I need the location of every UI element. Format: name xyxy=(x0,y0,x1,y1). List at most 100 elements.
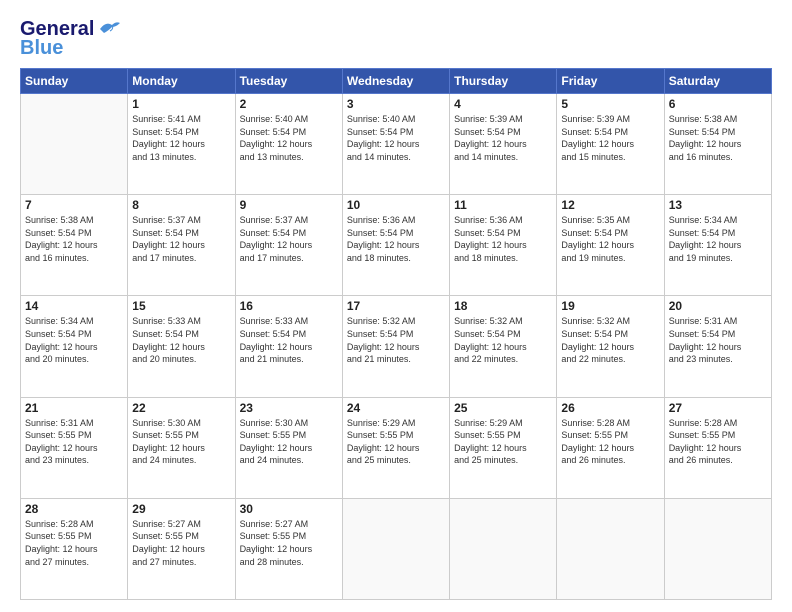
calendar-cell: 13 Sunrise: 5:34 AM Sunset: 5:54 PM Dayli… xyxy=(664,195,771,296)
calendar-cell xyxy=(342,498,449,599)
day-info: Sunrise: 5:29 AM Sunset: 5:55 PM Dayligh… xyxy=(347,417,445,467)
day-info: Sunrise: 5:32 AM Sunset: 5:54 PM Dayligh… xyxy=(561,315,659,365)
calendar-cell: 9Sunrise: 5:37 AM Sunset: 5:54 PM Daylig… xyxy=(235,195,342,296)
day-info: Sunrise: 5:40 AM Sunset: 5:54 PM Dayligh… xyxy=(347,113,445,163)
day-info: Sunrise: 5:36 AM Sunset: 5:54 PM Dayligh… xyxy=(347,214,445,264)
calendar-cell: 30 Sunrise: 5:27 AM Sunset: 5:55 PM Dayli… xyxy=(235,498,342,599)
day-info: Sunrise: 5:33 AM Sunset: 5:54 PM Dayligh… xyxy=(240,315,338,365)
day-number: 30 xyxy=(240,502,338,516)
day-number: 12 xyxy=(561,198,659,212)
day-info: Sunrise: 5:29 AM Sunset: 5:55 PM Dayligh… xyxy=(454,417,552,467)
logo: General Blue xyxy=(20,18,120,60)
day-info: Sunrise: 5:28 AM Sunset: 5:55 PM Dayligh… xyxy=(561,417,659,467)
day-header-tuesday: Tuesday xyxy=(235,69,342,94)
day-info: Sunrise: 5:27 AM Sunset: 5:55 PM Dayligh… xyxy=(240,518,338,568)
day-number: 23 xyxy=(240,401,338,415)
day-number: 11 xyxy=(454,198,552,212)
day-number: 17 xyxy=(347,299,445,313)
day-info: Sunrise: 5:32 AM Sunset: 5:54 PM Dayligh… xyxy=(454,315,552,365)
day-info: Sunrise: 5:28 AM Sunset: 5:55 PM Dayligh… xyxy=(25,518,123,568)
day-number: 2 xyxy=(240,97,338,111)
calendar-week-1: 1 Sunrise: 5:41 AM Sunset: 5:54 PM Daylig… xyxy=(21,94,772,195)
calendar-cell: 23 Sunrise: 5:30 AM Sunset: 5:55 PM Dayli… xyxy=(235,397,342,498)
calendar-cell: 29 Sunrise: 5:27 AM Sunset: 5:55 PM Dayli… xyxy=(128,498,235,599)
day-number: 29 xyxy=(132,502,230,516)
calendar-cell: 21Sunrise: 5:31 AM Sunset: 5:55 PM Dayli… xyxy=(21,397,128,498)
day-number: 15 xyxy=(132,299,230,313)
calendar-cell: 27 Sunrise: 5:28 AM Sunset: 5:55 PM Dayli… xyxy=(664,397,771,498)
day-number: 7 xyxy=(25,198,123,212)
calendar-cell xyxy=(557,498,664,599)
calendar-cell: 18 Sunrise: 5:32 AM Sunset: 5:54 PM Dayli… xyxy=(450,296,557,397)
day-header-monday: Monday xyxy=(128,69,235,94)
calendar-cell: 7Sunrise: 5:38 AM Sunset: 5:54 PM Daylig… xyxy=(21,195,128,296)
day-number: 6 xyxy=(669,97,767,111)
day-info: Sunrise: 5:40 AM Sunset: 5:54 PM Dayligh… xyxy=(240,113,338,163)
calendar-cell: 8Sunrise: 5:37 AM Sunset: 5:54 PM Daylig… xyxy=(128,195,235,296)
calendar-table: SundayMondayTuesdayWednesdayThursdayFrid… xyxy=(20,68,772,600)
day-number: 22 xyxy=(132,401,230,415)
calendar-week-4: 21Sunrise: 5:31 AM Sunset: 5:55 PM Dayli… xyxy=(21,397,772,498)
day-number: 4 xyxy=(454,97,552,111)
calendar-cell: 19 Sunrise: 5:32 AM Sunset: 5:54 PM Dayli… xyxy=(557,296,664,397)
day-number: 3 xyxy=(347,97,445,111)
day-number: 26 xyxy=(561,401,659,415)
calendar-cell: 25 Sunrise: 5:29 AM Sunset: 5:55 PM Dayli… xyxy=(450,397,557,498)
day-info: Sunrise: 5:34 AM Sunset: 5:54 PM Dayligh… xyxy=(669,214,767,264)
day-header-saturday: Saturday xyxy=(664,69,771,94)
calendar-cell xyxy=(21,94,128,195)
day-info: Sunrise: 5:41 AM Sunset: 5:54 PM Dayligh… xyxy=(132,113,230,163)
day-info: Sunrise: 5:33 AM Sunset: 5:54 PM Dayligh… xyxy=(132,315,230,365)
calendar-cell: 20Sunrise: 5:31 AM Sunset: 5:54 PM Dayli… xyxy=(664,296,771,397)
calendar-cell: 4 Sunrise: 5:39 AM Sunset: 5:54 PM Daylig… xyxy=(450,94,557,195)
calendar-cell: 24 Sunrise: 5:29 AM Sunset: 5:55 PM Dayli… xyxy=(342,397,449,498)
calendar-cell: 5Sunrise: 5:39 AM Sunset: 5:54 PM Daylig… xyxy=(557,94,664,195)
day-number: 1 xyxy=(132,97,230,111)
calendar-cell: 3 Sunrise: 5:40 AM Sunset: 5:54 PM Daylig… xyxy=(342,94,449,195)
calendar-cell: 2 Sunrise: 5:40 AM Sunset: 5:54 PM Daylig… xyxy=(235,94,342,195)
calendar-cell: 14 Sunrise: 5:34 AM Sunset: 5:54 PM Dayli… xyxy=(21,296,128,397)
day-info: Sunrise: 5:35 AM Sunset: 5:54 PM Dayligh… xyxy=(561,214,659,264)
day-info: Sunrise: 5:39 AM Sunset: 5:54 PM Dayligh… xyxy=(454,113,552,163)
calendar-cell: 1 Sunrise: 5:41 AM Sunset: 5:54 PM Daylig… xyxy=(128,94,235,195)
day-number: 10 xyxy=(347,198,445,212)
header: General Blue xyxy=(20,18,772,60)
day-info: Sunrise: 5:30 AM Sunset: 5:55 PM Dayligh… xyxy=(240,417,338,467)
day-number: 13 xyxy=(669,198,767,212)
logo-bird-icon xyxy=(98,19,120,37)
day-header-thursday: Thursday xyxy=(450,69,557,94)
day-info: Sunrise: 5:37 AM Sunset: 5:54 PM Dayligh… xyxy=(132,214,230,264)
day-number: 14 xyxy=(25,299,123,313)
day-info: Sunrise: 5:30 AM Sunset: 5:55 PM Dayligh… xyxy=(132,417,230,467)
day-header-wednesday: Wednesday xyxy=(342,69,449,94)
calendar-header-row: SundayMondayTuesdayWednesdayThursdayFrid… xyxy=(21,69,772,94)
day-info: Sunrise: 5:39 AM Sunset: 5:54 PM Dayligh… xyxy=(561,113,659,163)
day-header-sunday: Sunday xyxy=(21,69,128,94)
day-number: 19 xyxy=(561,299,659,313)
day-number: 28 xyxy=(25,502,123,516)
calendar-cell: 15 Sunrise: 5:33 AM Sunset: 5:54 PM Dayli… xyxy=(128,296,235,397)
calendar-cell: 17 Sunrise: 5:32 AM Sunset: 5:54 PM Dayli… xyxy=(342,296,449,397)
calendar-cell xyxy=(450,498,557,599)
day-info: Sunrise: 5:31 AM Sunset: 5:54 PM Dayligh… xyxy=(669,315,767,365)
day-info: Sunrise: 5:32 AM Sunset: 5:54 PM Dayligh… xyxy=(347,315,445,365)
day-info: Sunrise: 5:28 AM Sunset: 5:55 PM Dayligh… xyxy=(669,417,767,467)
day-info: Sunrise: 5:38 AM Sunset: 5:54 PM Dayligh… xyxy=(669,113,767,163)
day-info: Sunrise: 5:34 AM Sunset: 5:54 PM Dayligh… xyxy=(25,315,123,365)
day-number: 27 xyxy=(669,401,767,415)
logo-blue-text: Blue xyxy=(20,37,63,60)
calendar-cell: 12 Sunrise: 5:35 AM Sunset: 5:54 PM Dayli… xyxy=(557,195,664,296)
calendar-cell: 11 Sunrise: 5:36 AM Sunset: 5:54 PM Dayli… xyxy=(450,195,557,296)
day-number: 18 xyxy=(454,299,552,313)
calendar-cell: 10 Sunrise: 5:36 AM Sunset: 5:54 PM Dayli… xyxy=(342,195,449,296)
day-number: 9 xyxy=(240,198,338,212)
calendar-cell xyxy=(664,498,771,599)
day-info: Sunrise: 5:36 AM Sunset: 5:54 PM Dayligh… xyxy=(454,214,552,264)
day-number: 25 xyxy=(454,401,552,415)
calendar-week-2: 7Sunrise: 5:38 AM Sunset: 5:54 PM Daylig… xyxy=(21,195,772,296)
calendar-cell: 22 Sunrise: 5:30 AM Sunset: 5:55 PM Dayli… xyxy=(128,397,235,498)
calendar-cell: 28 Sunrise: 5:28 AM Sunset: 5:55 PM Dayli… xyxy=(21,498,128,599)
calendar-week-3: 14 Sunrise: 5:34 AM Sunset: 5:54 PM Dayli… xyxy=(21,296,772,397)
day-info: Sunrise: 5:27 AM Sunset: 5:55 PM Dayligh… xyxy=(132,518,230,568)
day-number: 24 xyxy=(347,401,445,415)
